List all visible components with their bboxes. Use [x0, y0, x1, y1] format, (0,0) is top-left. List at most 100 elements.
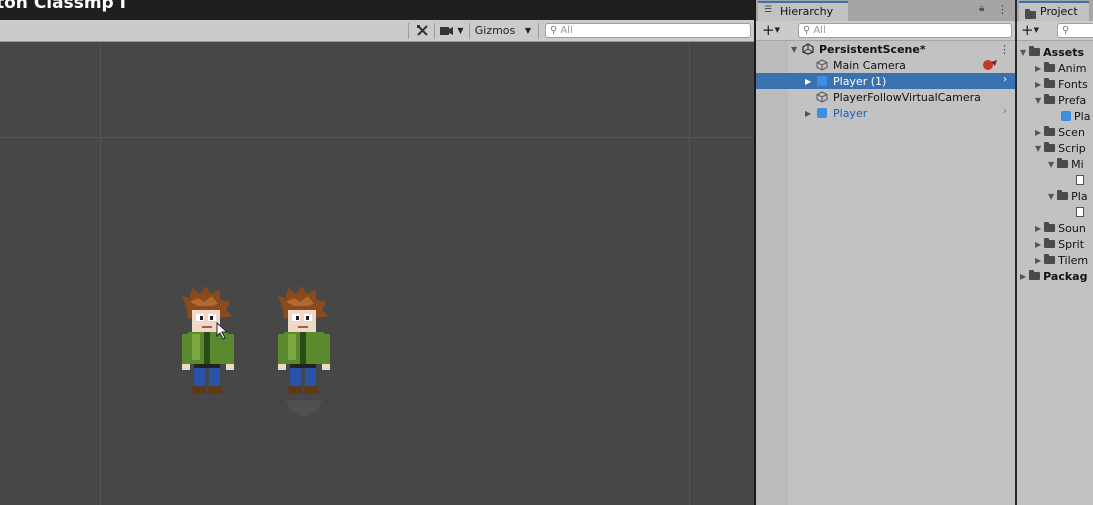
- cinemachine-brain-icon: [983, 60, 997, 70]
- project-item-label: Pla: [1071, 189, 1088, 203]
- project-folder-prefabs[interactable]: ▼ Prefa: [1035, 92, 1086, 108]
- project-folder-sounds[interactable]: ▶ Soun: [1035, 220, 1086, 236]
- project-item-label: Assets: [1043, 45, 1085, 59]
- folder-open-icon: [1044, 94, 1056, 104]
- project-asset-script[interactable]: [1076, 172, 1084, 188]
- scene-root-row[interactable]: ▼ PersistentScene* ⋮: [756, 41, 1015, 57]
- project-folder-fonts[interactable]: ▶ Fonts: [1035, 76, 1088, 92]
- project-folder-assets[interactable]: ▼ Assets: [1020, 44, 1084, 60]
- expand-arrow-icon[interactable]: ▶: [1035, 256, 1041, 265]
- player-sprite[interactable]: [178, 284, 238, 404]
- project-folder-scripts[interactable]: ▼ Scrip: [1035, 140, 1086, 156]
- search-icon: ⚲: [1062, 25, 1070, 36]
- expand-arrow-icon[interactable]: ▶: [1035, 80, 1041, 89]
- kebab-menu-icon[interactable]: ⋮: [997, 3, 1008, 16]
- project-tab-label: Project: [1040, 5, 1078, 18]
- video-camera-icon: [440, 26, 454, 35]
- folder-open-icon: [1044, 142, 1056, 152]
- scene-search-input[interactable]: ⚲ All: [545, 23, 751, 38]
- hierarchy-item-player[interactable]: ▶ Player ›: [756, 105, 1015, 121]
- folder-icon: [1044, 62, 1056, 72]
- project-toolbar: +▼ ⚲: [1017, 21, 1093, 41]
- toolbar-separator: [469, 23, 470, 39]
- camera-dropdown[interactable]: ▼: [437, 22, 467, 39]
- project-folder-animations[interactable]: ▶ Anim: [1035, 60, 1086, 76]
- hierarchy-search-input[interactable]: ⚲ All: [798, 23, 1012, 38]
- add-icon: +: [1021, 21, 1034, 39]
- project-item-label: Prefa: [1058, 93, 1087, 107]
- hierarchy-tab-bar: ☰ Hierarchy 🔒︎ ⋮: [756, 0, 1015, 21]
- scene-toolbar: ▼ Gizmos ▼ ⚲ All: [0, 20, 755, 42]
- project-tab-bar: Project: [1017, 0, 1093, 21]
- expand-arrow-icon[interactable]: ▼: [1020, 48, 1026, 57]
- scene-view[interactable]: [0, 42, 754, 505]
- project-item-label: Scrip: [1058, 141, 1086, 155]
- hierarchy-item-main-camera[interactable]: Main Camera: [756, 57, 1015, 73]
- hierarchy-item-player-follow-virtual-camera[interactable]: PlayerFollowVirtualCamera: [756, 89, 1015, 105]
- folder-icon: [1029, 270, 1041, 280]
- project-folder-scenes[interactable]: ▶ Scen: [1035, 124, 1085, 140]
- project-asset-script[interactable]: [1076, 204, 1084, 220]
- hierarchy-item-label: Player (1): [833, 74, 887, 88]
- project-folder-misc[interactable]: ▼ Mi: [1048, 156, 1084, 172]
- mouse-cursor-icon: [216, 322, 229, 340]
- toolbar-separator: [434, 23, 435, 39]
- chevron-right-icon[interactable]: ›: [1003, 74, 1007, 85]
- chevron-right-icon[interactable]: ›: [1003, 106, 1007, 117]
- grid-line: [100, 42, 101, 505]
- project-folder-tilemaps[interactable]: ▶ Tilem: [1035, 252, 1088, 268]
- project-item-label: Tilem: [1058, 253, 1089, 267]
- gizmos-dropdown-arrow[interactable]: ▼: [521, 22, 535, 39]
- expand-arrow-icon[interactable]: ▶: [805, 109, 811, 118]
- project-asset-player-prefab[interactable]: Pla: [1061, 108, 1090, 124]
- gizmos-label: Gizmos: [474, 24, 516, 37]
- kebab-menu-icon[interactable]: ⋮: [999, 43, 1010, 56]
- expand-arrow-icon[interactable]: ▶: [1035, 240, 1041, 249]
- expand-arrow-icon[interactable]: ▼: [1048, 160, 1054, 169]
- expand-arrow-icon[interactable]: ▶: [805, 77, 811, 86]
- hierarchy-item-label: Player: [833, 106, 868, 120]
- folder-icon: [1044, 78, 1056, 88]
- project-folder-player[interactable]: ▼ Pla: [1048, 188, 1088, 204]
- project-item-label: Pla: [1074, 109, 1091, 123]
- crossed-tools-icon[interactable]: [412, 22, 432, 39]
- search-icon: ⚲: [550, 25, 558, 36]
- hierarchy-item-label: Main Camera: [833, 58, 906, 72]
- expand-arrow-icon[interactable]: ▶: [1020, 272, 1026, 281]
- project-search-input[interactable]: ⚲: [1057, 23, 1093, 38]
- expand-arrow-icon[interactable]: ▼: [791, 45, 797, 54]
- search-icon: ⚲: [803, 25, 811, 36]
- expand-arrow-icon[interactable]: ▶: [1035, 224, 1041, 233]
- folder-icon: [1025, 9, 1036, 19]
- expand-arrow-icon[interactable]: ▼: [1048, 192, 1054, 201]
- expand-arrow-icon[interactable]: ▶: [1035, 128, 1041, 137]
- lock-icon[interactable]: 🔒︎: [979, 3, 984, 14]
- toolbar-separator: [408, 23, 409, 39]
- project-folder-sprites[interactable]: ▶ Sprit: [1035, 236, 1084, 252]
- add-button[interactable]: +▼: [762, 22, 780, 39]
- scene-search-placeholder: All: [560, 25, 573, 36]
- prefab-cube-icon: [1061, 111, 1071, 121]
- expand-arrow-icon[interactable]: ▼: [1035, 144, 1041, 153]
- tab-project[interactable]: Project: [1019, 1, 1089, 21]
- add-button[interactable]: +▼: [1021, 22, 1039, 39]
- list-icon: ☰: [764, 5, 773, 15]
- hierarchy-item-label: PlayerFollowVirtualCamera: [833, 90, 981, 104]
- hierarchy-item-player-1[interactable]: ▶ Player (1) ›: [756, 73, 1015, 89]
- hierarchy-toolbar: +▼ ⚲ All: [756, 21, 1015, 41]
- gameobject-outline-icon: [816, 91, 828, 103]
- project-item-label: Fonts: [1058, 77, 1088, 91]
- expand-arrow-icon[interactable]: ▶: [1035, 64, 1041, 73]
- expand-arrow-icon[interactable]: ▼: [1035, 96, 1041, 105]
- player-sprite[interactable]: [274, 284, 334, 424]
- prefab-cube-icon: [817, 108, 827, 118]
- folder-icon: [1044, 238, 1056, 248]
- grid-line: [0, 137, 754, 138]
- window-title-bar: ton Classmp I: [0, 0, 755, 20]
- project-item-label: Scen: [1058, 125, 1085, 139]
- gizmos-button[interactable]: Gizmos: [471, 22, 519, 39]
- tab-hierarchy[interactable]: ☰ Hierarchy: [758, 1, 848, 21]
- project-folder-packages[interactable]: ▶ Packag: [1020, 268, 1087, 284]
- hierarchy-panel: ☰ Hierarchy 🔒︎ ⋮ +▼ ⚲ All ▼ PersistentSc…: [756, 0, 1015, 505]
- folder-icon: [1044, 222, 1056, 232]
